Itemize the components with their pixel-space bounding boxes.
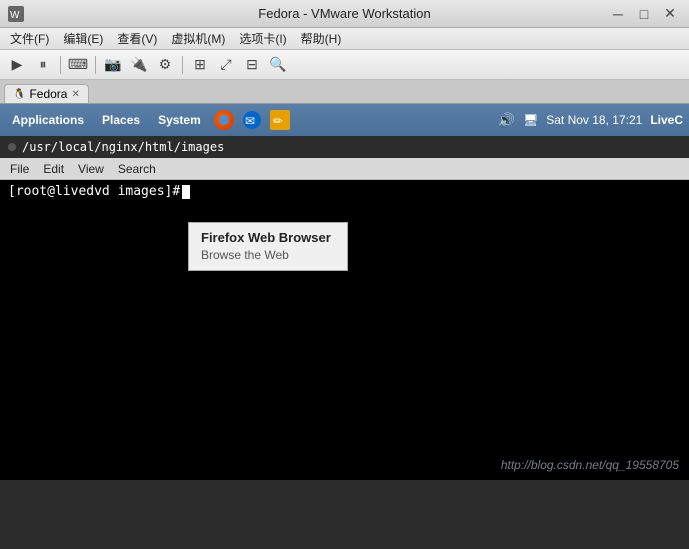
terminal-menu-view[interactable]: View: [72, 160, 110, 178]
terminal-prompt: [root@livedvd images]#: [8, 184, 681, 199]
settings-button[interactable]: ⚙: [154, 54, 176, 76]
vmware-icon: W: [8, 6, 24, 22]
vm-content: Applications Places System ✉ ✏ 🔊 🖥 Sat N…: [0, 104, 689, 480]
terminal-menu-search[interactable]: Search: [112, 160, 162, 178]
thunderbird-launcher[interactable]: ✉: [241, 109, 263, 131]
thunderbird-icon: ✉: [242, 110, 262, 130]
vm-toolbar: ▶ ⏸ ⌨ 📷 🔌 ⚙ ⊞ ⤢ ⊟ 🔍: [0, 50, 689, 80]
applications-menu[interactable]: Applications: [6, 111, 90, 129]
terminal-cursor: [182, 185, 190, 199]
menu-view[interactable]: 查看(V): [111, 28, 163, 49]
watermark: http://blog.csdn.net/qq_19558705: [501, 458, 679, 472]
places-menu[interactable]: Places: [96, 111, 146, 129]
terminal-addr-prefix: /usr/local/nginx/html/images: [22, 140, 224, 154]
window-controls[interactable]: ─ □ ✕: [607, 3, 681, 25]
terminal-dot-1: [8, 143, 16, 151]
tab-label: Fedora: [29, 87, 67, 101]
terminal-menu-edit[interactable]: Edit: [37, 160, 70, 178]
zoom-button[interactable]: 🔍: [267, 54, 289, 76]
firefox-popup-menu[interactable]: Firefox Web Browser Browse the Web: [188, 222, 348, 271]
minimize-button[interactable]: ─: [607, 3, 629, 25]
fit-guest-button[interactable]: ⊞: [189, 54, 211, 76]
close-button[interactable]: ✕: [659, 3, 681, 25]
fedora-tab-icon: 🐧: [13, 89, 25, 100]
tab-close-button[interactable]: ✕: [71, 89, 79, 100]
terminal-menu-file[interactable]: File: [4, 160, 35, 178]
menu-bar: 文件(F) 编辑(E) 查看(V) 虚拟机(M) 选项卡(I) 帮助(H): [0, 28, 689, 50]
terminal-title-bar: /usr/local/nginx/html/images: [0, 136, 689, 158]
window-title: Fedora - VMware Workstation: [258, 6, 430, 21]
toolbar-separator-3: [182, 56, 183, 74]
popup-menu-title: Firefox Web Browser: [201, 229, 335, 247]
gnome-panel: Applications Places System ✉ ✏ 🔊 🖥 Sat N…: [0, 104, 689, 136]
popup-menu-subtitle: Browse the Web: [201, 247, 335, 264]
svg-text:✉: ✉: [245, 114, 255, 128]
pause-button[interactable]: ⏸: [32, 54, 54, 76]
edit-launcher[interactable]: ✏: [269, 109, 291, 131]
menu-vm[interactable]: 虚拟机(M): [165, 28, 231, 49]
panel-right: 🔊 🖥 Sat Nov 18, 17:21 LiveC: [498, 112, 683, 129]
firefox-icon: [214, 110, 234, 130]
edit-icon: ✏: [270, 110, 290, 130]
firefox-popup-item[interactable]: Firefox Web Browser Browse the Web: [189, 223, 347, 270]
system-menu[interactable]: System: [152, 111, 207, 129]
network-icon[interactable]: 🖥: [523, 113, 538, 127]
menu-edit[interactable]: 编辑(E): [57, 28, 109, 49]
svg-text:W: W: [10, 10, 20, 21]
fullscreen-button[interactable]: ⤢: [215, 54, 237, 76]
live-cd-label: LiveC: [650, 113, 683, 127]
terminal-menu: File Edit View Search: [0, 158, 689, 180]
prompt-text: [root@livedvd images]#: [8, 184, 180, 199]
watermark-text: http://blog.csdn.net/qq_19558705: [501, 458, 679, 472]
speaker-icon[interactable]: 🔊: [498, 112, 515, 129]
menu-tabs[interactable]: 选项卡(I): [233, 28, 292, 49]
title-bar: W Fedora - VMware Workstation ─ □ ✕: [0, 0, 689, 28]
title-bar-left: W: [8, 6, 24, 22]
power-on-button[interactable]: ▶: [6, 54, 28, 76]
menu-help[interactable]: 帮助(H): [295, 28, 348, 49]
snapshot-button[interactable]: 📷: [102, 54, 124, 76]
menu-file[interactable]: 文件(F): [4, 28, 55, 49]
maximize-button[interactable]: □: [633, 3, 655, 25]
tab-fedora[interactable]: 🐧 Fedora ✕: [4, 84, 89, 103]
tab-bar: 🐧 Fedora ✕: [0, 80, 689, 104]
send-ctrl-alt-del-button[interactable]: ⌨: [67, 54, 89, 76]
usb-button[interactable]: 🔌: [128, 54, 150, 76]
toolbar-separator-2: [95, 56, 96, 74]
clock-display: Sat Nov 18, 17:21: [546, 113, 642, 127]
firefox-launcher[interactable]: [213, 109, 235, 131]
unity-button[interactable]: ⊟: [241, 54, 263, 76]
svg-text:✏: ✏: [273, 114, 283, 128]
toolbar-separator-1: [60, 56, 61, 74]
